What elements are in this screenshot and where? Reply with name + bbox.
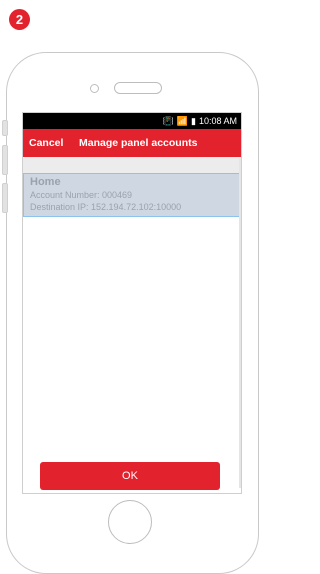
destination-ip: Destination IP: 152.194.72.102:10000 [30,202,182,212]
status-bar: 📳 📶 ▮ 10:08 AM [23,113,241,129]
front-camera-icon [90,84,99,93]
ok-button[interactable]: OK [40,462,220,490]
speaker-grille [114,82,162,94]
status-time: 10:08 AM [198,116,237,126]
scrollbar [239,158,241,488]
step-badge: 2 [9,9,30,30]
vibrate-icon: 📳 [162,115,174,126]
phone-screen: 📳 📶 ▮ 10:08 AM Cancel Manage panel accou… [22,112,242,494]
phone-side-button [2,145,8,175]
list-header-divider [23,157,241,173]
page-title: Manage panel accounts [79,137,198,149]
phone-side-button [2,183,8,213]
home-button[interactable] [108,500,152,544]
cancel-button[interactable]: Cancel [23,137,79,149]
phone-side-button [2,120,8,136]
account-name: Home [30,176,61,188]
app-bar: Cancel Manage panel accounts [23,129,241,157]
battery-icon: ▮ [191,115,196,126]
wifi-icon: 📶 [176,115,189,126]
account-list-item[interactable]: Home Account Number: 000469 Destination … [23,173,241,217]
account-number: Account Number: 000469 [30,190,133,200]
